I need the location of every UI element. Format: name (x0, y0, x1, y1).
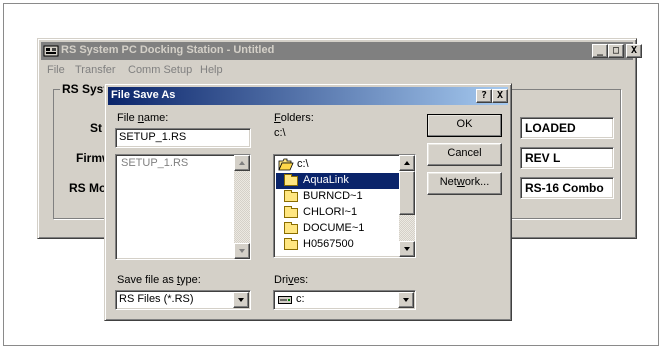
file-list-scrollbar[interactable] (234, 155, 250, 259)
file-name-input[interactable]: SETUP_1.RS (115, 128, 251, 148)
drive-value: c: (296, 293, 305, 305)
save-type-label: Save file as type: (117, 274, 201, 286)
folder-item-h0567500[interactable]: H0567500 (276, 237, 400, 253)
folder-icon (284, 222, 298, 234)
folder-list-scrollbar[interactable] (399, 155, 415, 257)
menu-bar: File Transfer Comm Setup Help (41, 61, 633, 79)
file-list-item[interactable]: SETUP_1.RS (121, 157, 188, 169)
group-label: RS Syst (60, 82, 110, 96)
main-title-bar[interactable]: RS System PC Docking Station - Untitled … (41, 42, 642, 60)
cancel-button[interactable]: Cancel (427, 143, 502, 166)
folder-icon (284, 190, 298, 202)
save-type-value: RS Files (*.RS) (119, 293, 194, 305)
file-save-as-dialog: File Save As ? X File name: SETUP_1.RS S… (104, 83, 512, 321)
dialog-close-button[interactable]: X (492, 89, 508, 103)
file-name-label: File name: (117, 112, 169, 124)
dialog-title: File Save As (111, 89, 176, 101)
status-label: St (90, 121, 102, 135)
open-folder-icon (278, 158, 294, 171)
help-button[interactable]: ? (476, 89, 492, 103)
ok-button[interactable]: OK (427, 114, 502, 137)
folder-list[interactable]: c:\ AquaLink BURNCD~1 CHLORI~1 DOCUME~1 … (273, 154, 416, 258)
maximize-button[interactable]: □ (608, 44, 624, 58)
file-list[interactable]: SETUP_1.RS (115, 154, 251, 260)
folder-scroll-up[interactable] (399, 155, 415, 171)
chevron-down-icon (403, 298, 409, 302)
folder-item-chlori[interactable]: CHLORI~1 (276, 205, 400, 221)
rs-model-value: RS-16 Combo (520, 177, 614, 199)
drive-icon (278, 296, 292, 304)
drives-dropdown[interactable] (398, 292, 414, 308)
status-value: LOADED (520, 117, 614, 139)
app-icon[interactable] (43, 44, 59, 58)
folder-scroll-down[interactable] (399, 241, 415, 257)
firmware-value: REV L (520, 147, 614, 169)
folder-item-aqualink[interactable]: AquaLink (276, 173, 400, 189)
current-folder-path: c:\ (274, 127, 286, 139)
rs-model-label: RS Mo (69, 181, 107, 195)
save-type-select[interactable]: RS Files (*.RS) (115, 290, 251, 310)
main-window-title: RS System PC Docking Station - Untitled (61, 44, 275, 56)
menu-transfer[interactable]: Transfer (75, 64, 116, 76)
menu-file[interactable]: File (47, 64, 65, 76)
file-list-scroll-up[interactable] (234, 155, 250, 171)
minimize-button[interactable]: _ (592, 44, 608, 58)
folder-item-burncd[interactable]: BURNCD~1 (276, 189, 400, 205)
folder-scroll-thumb[interactable] (399, 171, 415, 215)
drives-label: Drives: (274, 274, 309, 286)
dialog-title-bar[interactable]: File Save As ? X (108, 87, 508, 105)
drives-select[interactable]: c: (273, 290, 416, 310)
save-type-dropdown[interactable] (233, 292, 249, 308)
menu-comm-setup[interactable]: Comm Setup (128, 64, 192, 76)
chevron-down-icon (238, 298, 244, 302)
folder-icon (284, 174, 298, 186)
menu-help[interactable]: Help (200, 64, 223, 76)
close-button[interactable]: X (626, 44, 642, 58)
folders-label: Folders: (274, 112, 314, 124)
folder-icon (284, 206, 298, 218)
file-list-scroll-down[interactable] (234, 243, 250, 259)
network-button[interactable]: Network... (427, 172, 502, 195)
folder-icon (284, 238, 298, 250)
folder-item-root[interactable]: c:\ (276, 157, 400, 173)
folder-item-docume[interactable]: DOCUME~1 (276, 221, 400, 237)
